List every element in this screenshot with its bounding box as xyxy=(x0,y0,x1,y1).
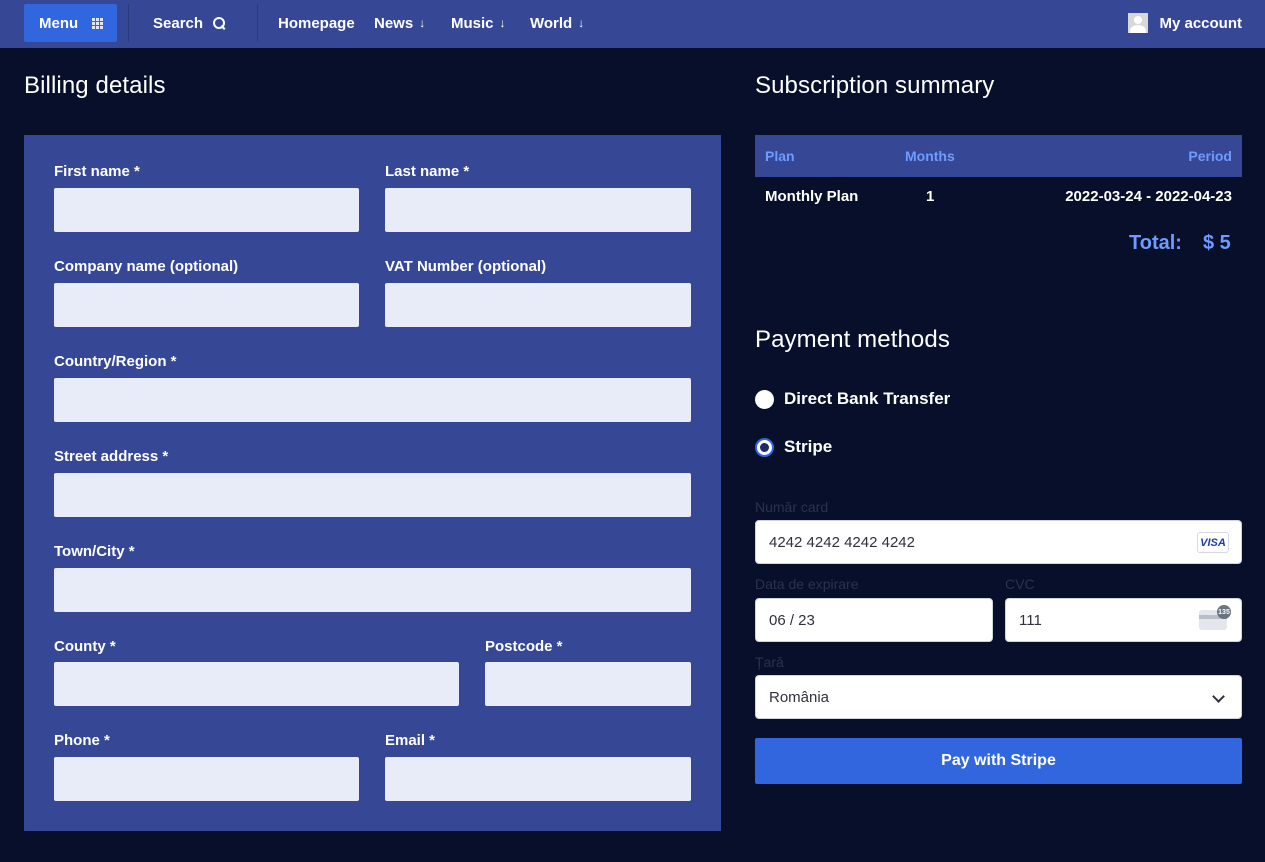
summary-table-header: Plan Months Period xyxy=(755,135,1242,177)
county-field[interactable] xyxy=(54,662,459,706)
search-icon xyxy=(213,16,226,30)
account-label: My account xyxy=(1159,14,1242,32)
my-account-link[interactable]: My account xyxy=(1128,0,1242,46)
arrow-down-icon: ↓ xyxy=(419,16,426,30)
expiry-label: Data de expirare xyxy=(755,576,859,592)
first-name-field[interactable] xyxy=(54,188,359,232)
nav-link-label: News xyxy=(374,14,414,32)
town-label: Town/City * xyxy=(54,543,135,560)
nav-link-label: World xyxy=(530,14,573,32)
top-navigation: Menu Search Homepage News ↓ Music ↓ Worl… xyxy=(0,0,1265,48)
country-select-label: Țară xyxy=(755,654,784,670)
search-label: Search xyxy=(153,14,204,32)
postcode-label: Postcode * xyxy=(485,638,563,655)
nav-link-homepage[interactable]: Homepage xyxy=(278,0,355,46)
billing-form: First name * Last name * Company name (o… xyxy=(24,135,721,831)
menu-label: Menu xyxy=(39,14,79,32)
cvc-value: 111 xyxy=(1019,611,1042,629)
email-label: Email * xyxy=(385,732,436,749)
total-value: $ 5 xyxy=(1203,232,1231,254)
period-cell: 2022-03-24 - 2022-04-23 xyxy=(1065,187,1232,205)
county-label: County * xyxy=(54,638,116,655)
vat-label: VAT Number (optional) xyxy=(385,258,547,275)
email-field[interactable] xyxy=(385,757,691,801)
last-name-label: Last name * xyxy=(385,163,470,180)
radio-button-selected[interactable] xyxy=(755,437,774,457)
column-header-period: Period xyxy=(1188,148,1232,164)
expiry-value: 06 / 23 xyxy=(769,611,815,629)
column-header-months: Months xyxy=(905,148,955,164)
cvc-card-icon: 135 xyxy=(1199,605,1231,630)
cvc-input[interactable]: 111 135 xyxy=(1005,598,1242,642)
arrow-down-icon: ↓ xyxy=(499,16,506,30)
street-label: Street address * xyxy=(54,448,169,465)
nav-link-world[interactable]: World ↓ xyxy=(530,0,584,46)
column-header-plan: Plan xyxy=(765,148,795,164)
town-field[interactable] xyxy=(54,568,691,612)
cvc-label: CVC xyxy=(1005,576,1035,592)
radio-button[interactable] xyxy=(755,389,774,409)
expiry-input[interactable]: 06 / 23 xyxy=(755,598,993,642)
phone-label: Phone * xyxy=(54,732,110,749)
postcode-field[interactable] xyxy=(485,662,691,706)
menu-button[interactable]: Menu xyxy=(24,4,117,42)
payment-option-label: Direct Bank Transfer xyxy=(784,389,951,408)
avatar-icon xyxy=(1128,13,1149,33)
nav-link-music[interactable]: Music ↓ xyxy=(451,0,506,46)
country-label: Country/Region * xyxy=(54,353,177,370)
nav-divider xyxy=(257,4,258,42)
payment-option-stripe[interactable]: Stripe xyxy=(755,437,832,457)
visa-icon: VISA xyxy=(1197,532,1229,553)
country-select[interactable]: România xyxy=(755,675,1242,719)
nav-link-label: Homepage xyxy=(278,14,355,32)
street-field[interactable] xyxy=(54,473,691,517)
plan-cell: Monthly Plan xyxy=(765,187,859,205)
payment-option-label: Stripe xyxy=(784,437,833,456)
pay-with-stripe-button[interactable]: Pay with Stripe xyxy=(755,738,1242,784)
payment-title: Payment methods xyxy=(755,326,950,353)
search-button[interactable]: Search xyxy=(153,0,226,46)
first-name-label: First name * xyxy=(54,163,140,180)
nav-link-news[interactable]: News ↓ xyxy=(374,0,425,46)
country-field[interactable] xyxy=(54,378,691,422)
card-number-value: 4242 4242 4242 4242 xyxy=(769,533,915,551)
grid-icon xyxy=(92,18,103,29)
last-name-field[interactable] xyxy=(385,188,691,232)
payment-option-bank-transfer[interactable]: Direct Bank Transfer xyxy=(755,389,950,409)
nav-divider xyxy=(128,4,129,42)
country-select-value: România xyxy=(769,688,830,706)
company-label: Company name (optional) xyxy=(54,258,239,275)
summary-title: Subscription summary xyxy=(755,72,995,99)
vat-field[interactable] xyxy=(385,283,691,327)
nav-link-label: Music xyxy=(451,14,494,32)
cvc-badge: 135 xyxy=(1217,605,1231,619)
card-number-input[interactable]: 4242 4242 4242 4242 VISA xyxy=(755,520,1242,564)
chevron-down-icon xyxy=(1212,690,1225,703)
months-cell: 1 xyxy=(926,187,935,205)
billing-title: Billing details xyxy=(24,72,166,99)
card-number-label: Număr card xyxy=(755,499,829,515)
total-label: Total: xyxy=(1129,232,1182,254)
arrow-down-icon: ↓ xyxy=(578,16,585,30)
company-field[interactable] xyxy=(54,283,359,327)
phone-field[interactable] xyxy=(54,757,359,801)
